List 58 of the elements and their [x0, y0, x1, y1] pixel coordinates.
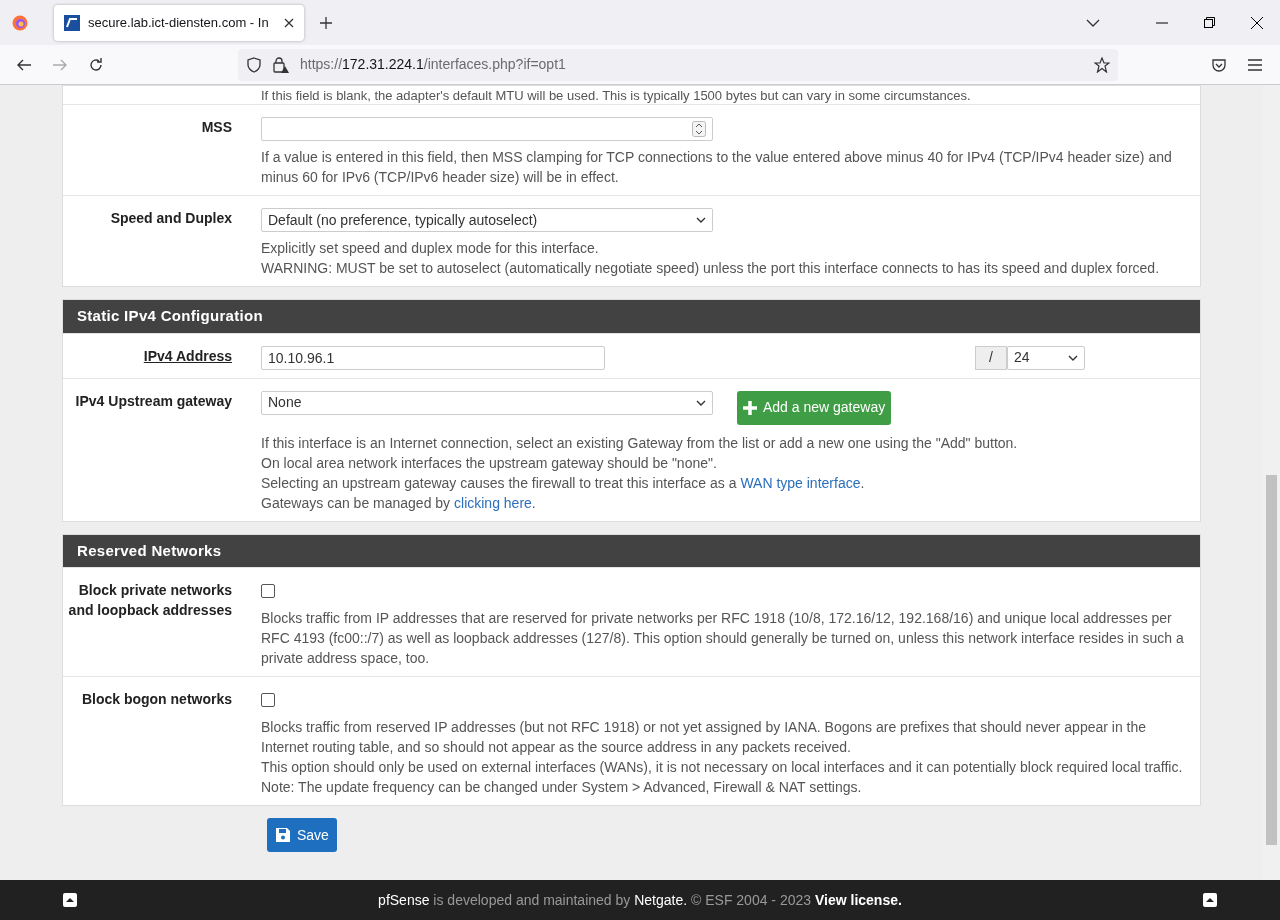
select-field[interactable]: None	[261, 390, 713, 415]
help-text: Gateways can be managed by clicking here.	[261, 493, 537, 513]
footer-text: pfSense is developed and maintained by Netgate. © ESF 2004 - 2023 View license.	[378, 890, 902, 910]
slash-addon: /	[975, 345, 1007, 370]
caret-icon	[696, 217, 706, 223]
scrollbar-thumb[interactable]	[1266, 475, 1277, 845]
bookmark-star-icon[interactable]	[1094, 56, 1110, 73]
ip-address-field[interactable]: 10.10.96.1	[261, 345, 605, 370]
footer-link[interactable]: View license.	[814, 891, 902, 908]
close-tab-icon[interactable]	[284, 17, 294, 28]
help-text: If a value is entered in this field, then MSS clamping for TCP connections to the value entered above minus 40 for IPv4 (TCP/IPv4 header size) and minus 60 for IPv6 (TCP/IPv6 header size) will be in effect.	[261, 148, 1173, 187]
help-text: Blocks traffic from IP addresses that are reserved for private networks per RFC 1918 (10/8, 172.16/12, 192.168/16) and unique local addresses per RFC 4193 (fc00::/7) as well as loopback addresses (127/8). This option should generally be turned on, unless this network interface resides in such a private address space, too.	[261, 609, 1185, 668]
reload-icon[interactable]	[88, 56, 104, 73]
help-text: Explicitly set speed and duplex mode for this interface.	[261, 239, 600, 258]
spinner-icon[interactable]	[692, 121, 706, 137]
minimize-icon[interactable]	[1156, 21, 1168, 24]
help-text: If this field is blank, the adapter's default MTU will be used. This is typically 1500 bytes but can vary in some circumstances.	[260, 87, 972, 104]
help-text: Selecting an upstream gateway causes the firewall to treat this interface as a WAN type interface.	[261, 473, 866, 493]
scroll-top-icon[interactable]	[1202, 892, 1218, 908]
checkbox[interactable]	[261, 693, 275, 707]
pocket-icon[interactable]	[1211, 56, 1227, 73]
footer-link[interactable]: Netgate.	[634, 891, 688, 908]
help-link[interactable]: clicking here	[454, 494, 532, 511]
site-favicon-icon	[64, 14, 80, 31]
close-icon[interactable]	[1251, 16, 1263, 29]
field-label: IPv4 Address	[143, 347, 232, 364]
menu-icon[interactable]	[1247, 56, 1263, 73]
checkbox[interactable]	[261, 584, 275, 598]
number-field[interactable]	[261, 117, 713, 141]
shield-icon[interactable]	[246, 56, 262, 73]
section-header: Static IPv4 Configuration	[63, 300, 1200, 333]
field-label: Block private networks and loopback addresses	[68, 582, 232, 618]
select-field[interactable]: Default (no preference, typically autoselect)	[261, 208, 713, 232]
browser-logo-icon[interactable]	[12, 14, 28, 31]
browser-tab[interactable]: secure.lab.ict-diensten.com - In	[54, 4, 304, 41]
field-label: Speed and Duplex	[110, 210, 232, 226]
field-label: IPv4 Upstream gateway	[75, 392, 232, 409]
address-bar[interactable]: https://172.31.224.1/interfaces.php?if=opt1	[238, 48, 1118, 81]
help-text: Note: The update frequency can be changed under System > Advanced, Firewall & NAT settings.	[261, 778, 863, 797]
help-text: If this interface is an Internet connection, select an existing Gateway from the list or add a new one using the "Add" button.	[261, 433, 1019, 453]
save-button[interactable]: Save	[267, 818, 337, 852]
tab-list-icon[interactable]	[1086, 18, 1100, 27]
help-text: This option should only be used on external interfaces (WANs), it is not necessary on local interfaces and it can potentially block required local traffic.	[261, 758, 1184, 777]
plus-icon	[743, 400, 757, 415]
section-header: Reserved Networks	[63, 534, 1200, 567]
help-text: On local area network interfaces the upstream gateway should be "none".	[261, 453, 718, 473]
caret-icon	[1068, 354, 1078, 361]
caret-icon	[696, 399, 706, 406]
scroll-top-icon[interactable]	[62, 892, 78, 908]
new-tab-icon[interactable]	[320, 16, 332, 29]
footer-link[interactable]: pfSense	[378, 891, 430, 908]
field-label: MSS	[201, 119, 232, 135]
help-text: WARNING: MUST be set to autoselect (automatically negotiate speed) unless the port this interface connects to has its speed and duplex forced.	[261, 259, 1161, 278]
restore-icon[interactable]	[1204, 17, 1215, 28]
help-text: Blocks traffic from reserved IP addresses (but not RFC 1918) or not yet assigned by IANA. Bogons are prefixes that should never appear in the Internet routing table, and so should not appear as the source address in any packets received.	[261, 718, 1148, 757]
lock-warning-icon[interactable]	[272, 55, 290, 74]
select-field[interactable]: 24	[1007, 345, 1085, 370]
field-label: Block bogon networks	[81, 691, 232, 707]
